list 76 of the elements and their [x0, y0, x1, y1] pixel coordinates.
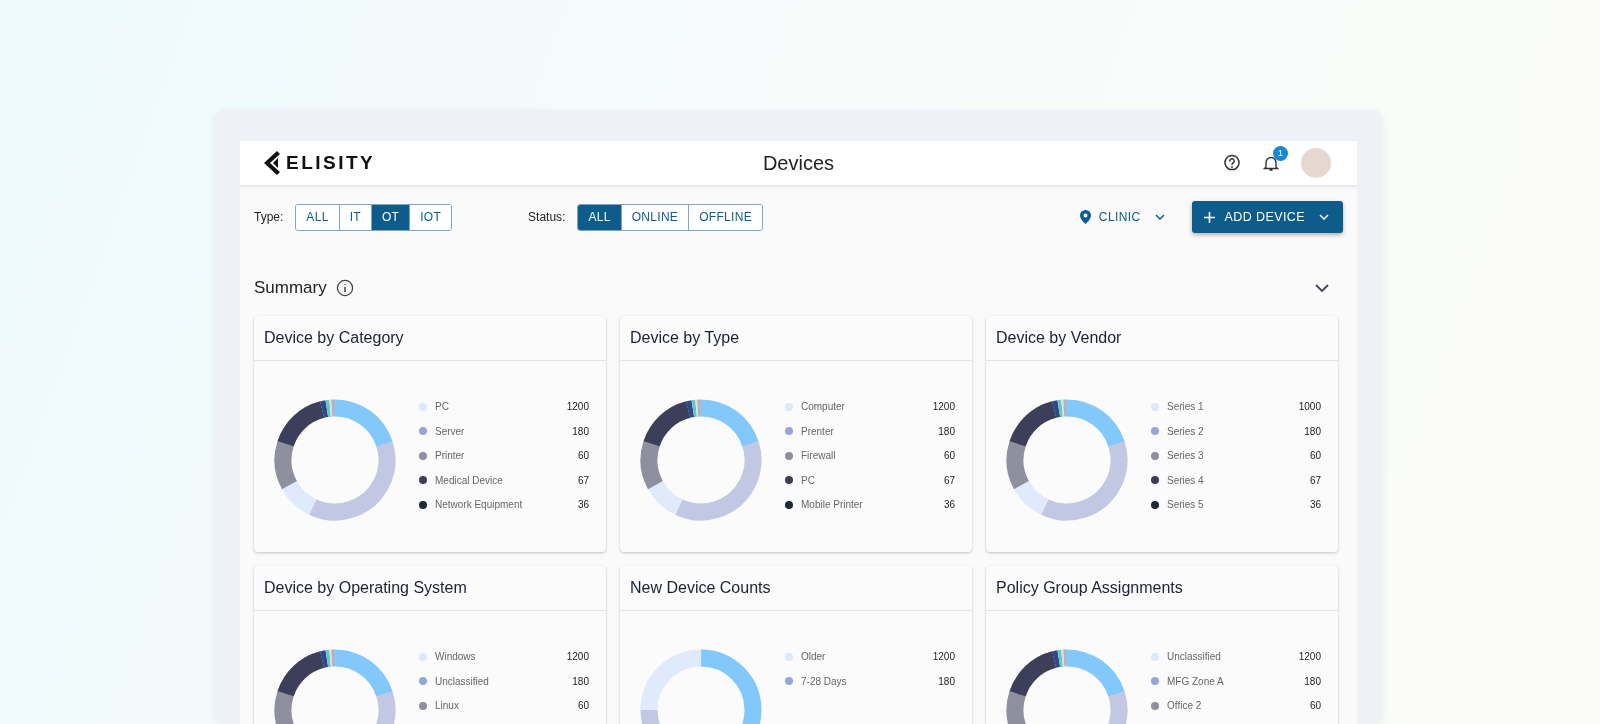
card-title: Device by Operating System [264, 579, 467, 597]
plus-icon [1203, 211, 1215, 223]
legend-label: PC [801, 474, 816, 486]
legend-label: Linux [435, 700, 460, 712]
legend-value: 1200 [1298, 651, 1321, 663]
legend-value: 180 [1303, 425, 1321, 437]
card-title: Device by Type [630, 329, 740, 347]
info-icon[interactable] [335, 279, 354, 297]
legend-value: 36 [942, 499, 955, 511]
legend-value: 36 [1308, 499, 1321, 511]
legend-label: Computer [801, 401, 846, 413]
legend-value: 1200 [566, 651, 589, 663]
filter-tab[interactable]: ALL [296, 204, 339, 230]
section-title: Summary [254, 278, 327, 298]
legend-label: Firewall [801, 450, 837, 462]
legend-label: Server [435, 425, 466, 437]
card-title: Device by Vendor [996, 329, 1122, 347]
legend-label: Unclassified [435, 675, 490, 687]
legend-label: MFG Zone A [1167, 675, 1225, 687]
card-title: New Device Counts [630, 579, 771, 597]
legend-value: 60 [576, 700, 589, 712]
legend-label: Series 2 [1167, 425, 1205, 437]
legend-value: 180 [1303, 675, 1321, 687]
filter-tab[interactable]: OFFLINE [688, 204, 762, 230]
caret-icon [1319, 214, 1329, 220]
filter-tab[interactable]: ALL [578, 204, 621, 230]
legend-label: Medical Device [435, 474, 504, 486]
legend-value: 67 [576, 474, 589, 486]
legend-value: 67 [942, 474, 955, 486]
caret-icon [1154, 214, 1165, 220]
legend-value: 60 [1308, 450, 1321, 462]
card-title: Policy Group Assignments [996, 579, 1183, 597]
legend-value: 36 [576, 499, 589, 511]
legend-value: 67 [1308, 474, 1321, 486]
notification-badge: 1 [1273, 145, 1288, 161]
chevron-down-icon[interactable] [1315, 283, 1329, 293]
filter-tab[interactable]: IT [338, 204, 371, 230]
legend-value: 1000 [1298, 401, 1321, 413]
legend-label: Printer [435, 450, 466, 462]
legend-label: Unclassified [1167, 651, 1222, 663]
help-icon[interactable] [1223, 154, 1241, 172]
legend-label: Series 1 [1167, 401, 1205, 413]
legend-label: Windows [435, 651, 477, 663]
add-device-button[interactable]: ADD DEVICE [1191, 201, 1343, 233]
legend-value: 180 [937, 675, 955, 687]
filter-tab[interactable]: OT [370, 204, 410, 230]
location-pin-icon [1079, 210, 1091, 224]
legend-label: PC [435, 401, 450, 413]
logo-text: ELISITY [286, 152, 376, 174]
location-dropdown[interactable]: CLINIC [1098, 210, 1165, 224]
legend-value: 180 [571, 675, 589, 687]
page-title: Devices [762, 151, 835, 174]
legend-label: Older [801, 651, 827, 663]
legend-label: Mobile Printer [801, 499, 864, 511]
legend-label: Series 4 [1167, 474, 1205, 486]
filter-label: Status: [528, 210, 566, 224]
legend-label: 7-28 Days [801, 675, 848, 687]
legend-value: 180 [571, 425, 589, 437]
chevron-logo-icon [264, 151, 280, 175]
legend-value: 1200 [566, 401, 589, 413]
legend-value: 1200 [932, 651, 955, 663]
legend-value: 60 [1308, 700, 1321, 712]
legend-value: 1200 [932, 401, 955, 413]
legend-label: Series 3 [1167, 450, 1205, 462]
legend-label: Series 5 [1167, 499, 1205, 511]
legend-value: 60 [576, 450, 589, 462]
legend-label: Prenter [801, 425, 835, 437]
legend-value: 60 [942, 450, 955, 462]
filter-label: Type: [254, 210, 284, 224]
card-title: Device by Category [264, 329, 404, 347]
legend-value: 180 [937, 425, 955, 437]
notification-bell-icon[interactable] [1263, 154, 1279, 172]
filter-tab[interactable]: IOT [409, 204, 452, 230]
filter-tab[interactable]: ONLINE [620, 204, 689, 230]
legend-label: Office 2 [1167, 700, 1203, 712]
legend-label: Network Equipment [435, 499, 524, 511]
